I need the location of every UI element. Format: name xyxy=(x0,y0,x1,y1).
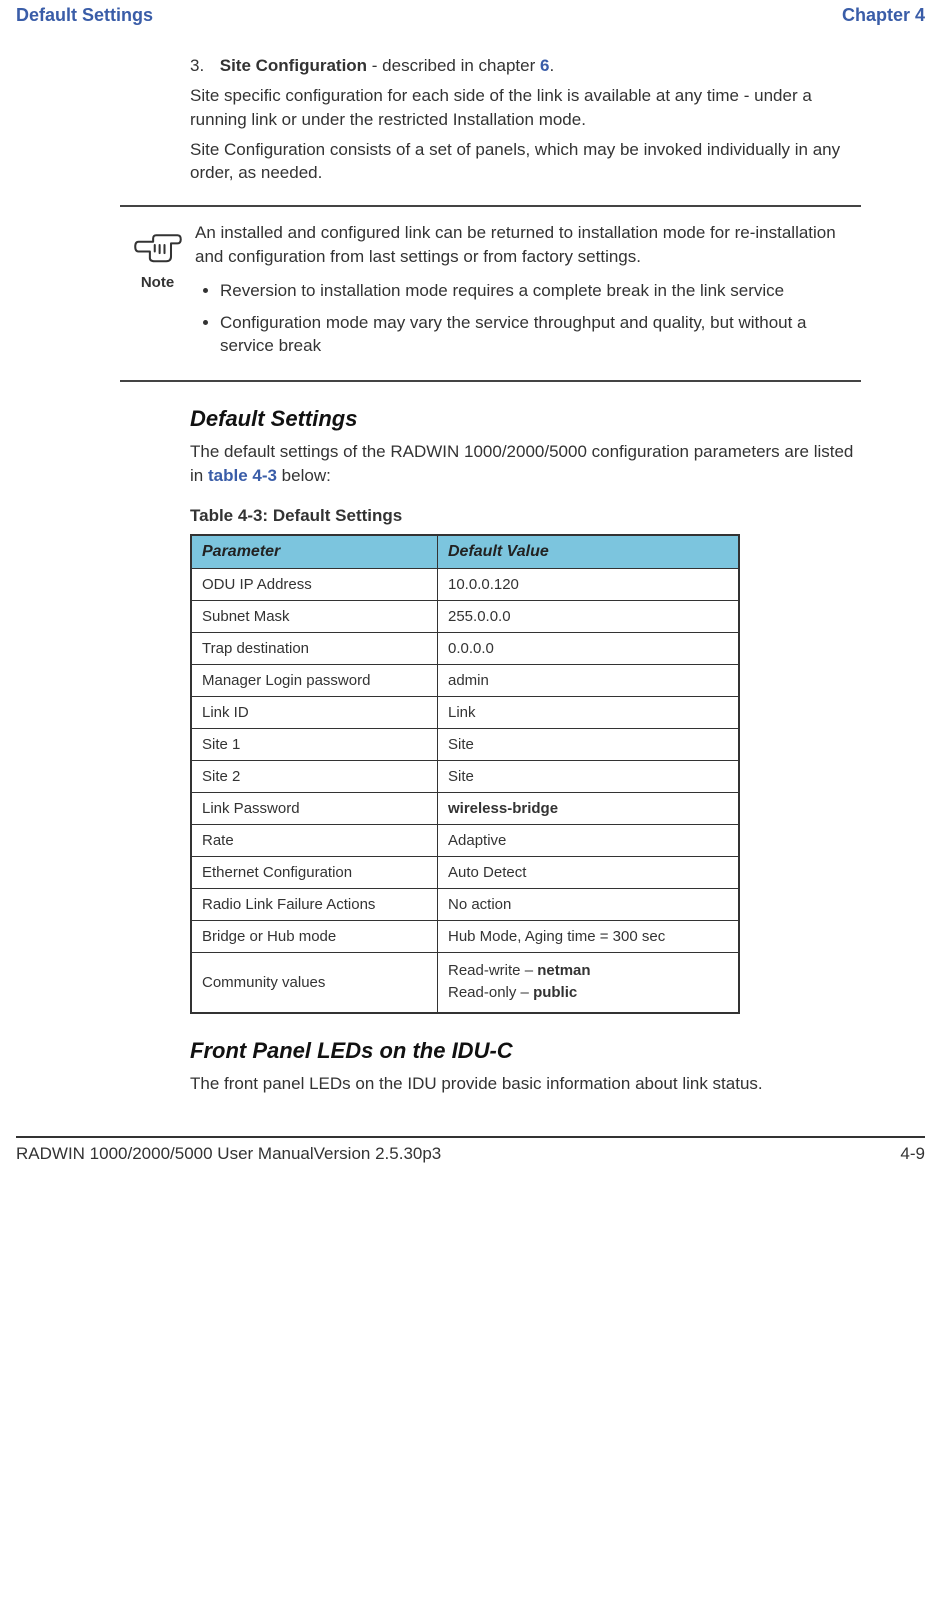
cell-param: Subnet Mask xyxy=(191,600,438,632)
table-row: Bridge or Hub modeHub Mode, Aging time =… xyxy=(191,920,739,952)
page-footer: RADWIN 1000/2000/5000 User ManualVersion… xyxy=(16,1136,925,1184)
cell-value: 10.0.0.120 xyxy=(438,568,740,600)
ds-text2: below: xyxy=(277,466,331,485)
cell-param: Rate xyxy=(191,824,438,856)
table-row: Link IDLink xyxy=(191,696,739,728)
list-bold-term: Site Configuration xyxy=(220,56,367,75)
cell-value: Adaptive xyxy=(438,824,740,856)
cell-param: Radio Link Failure Actions xyxy=(191,888,438,920)
pointing-hand-icon xyxy=(132,250,184,269)
cv-line1a: Read-write – xyxy=(448,962,537,979)
cell-param: Site 2 xyxy=(191,760,438,792)
content-area: 3. Site Configuration - described in cha… xyxy=(0,56,941,1096)
cell-value: Auto Detect xyxy=(438,856,740,888)
cv-line2b: public xyxy=(533,984,577,1001)
note-bullet-list: Reversion to installation mode requires … xyxy=(195,279,851,358)
cell-value: 255.0.0.0 xyxy=(438,600,740,632)
note-label: Note xyxy=(120,274,195,291)
cell-param: Link Password xyxy=(191,792,438,824)
cell-param: Trap destination xyxy=(191,632,438,664)
table-row: Manager Login passwordadmin xyxy=(191,664,739,696)
leds-para: The front panel LEDs on the IDU provide … xyxy=(190,1072,861,1096)
cv-line1b: netman xyxy=(537,962,590,979)
cell-param: Link ID xyxy=(191,696,438,728)
table-row: Radio Link Failure ActionsNo action xyxy=(191,888,739,920)
cell-param: Manager Login password xyxy=(191,664,438,696)
note-text: An installed and configured link can be … xyxy=(195,221,861,366)
table-header-value: Default Value xyxy=(438,535,740,569)
table-reference[interactable]: table 4-3 xyxy=(208,466,277,485)
table-row: Community values Read-write – netman Rea… xyxy=(191,952,739,1013)
section-heading-default-settings: Default Settings xyxy=(190,406,861,432)
note-block: Note An installed and configured link ca… xyxy=(120,205,861,382)
list-item-3: 3. Site Configuration - described in cha… xyxy=(190,56,861,76)
table-row: Link Passwordwireless-bridge xyxy=(191,792,739,824)
table-row: Site 1Site xyxy=(191,728,739,760)
cell-value: Hub Mode, Aging time = 300 sec xyxy=(438,920,740,952)
cell-param: Site 1 xyxy=(191,728,438,760)
table-row: Site 2Site xyxy=(191,760,739,792)
note-bullet: Reversion to installation mode requires … xyxy=(220,279,851,303)
footer-manual-version: RADWIN 1000/2000/5000 User ManualVersion… xyxy=(16,1144,441,1164)
cv-line2a: Read-only – xyxy=(448,984,533,1001)
cell-value: No action xyxy=(438,888,740,920)
list-end: . xyxy=(549,56,554,75)
table-caption: Table 4-3: Default Settings xyxy=(190,506,861,526)
page-header: Default Settings Chapter 4 xyxy=(0,0,941,26)
list-text: - described in chapter xyxy=(367,56,540,75)
cell-value: wireless-bridge xyxy=(438,792,740,824)
footer-page-number: 4-9 xyxy=(900,1144,925,1164)
header-section-title: Default Settings xyxy=(16,5,153,26)
list-number: 3. xyxy=(190,56,215,76)
note-bullet: Configuration mode may vary the service … xyxy=(220,311,851,359)
table-row: RateAdaptive xyxy=(191,824,739,856)
table-row: Trap destination0.0.0.0 xyxy=(191,632,739,664)
cell-value: Read-write – netman Read-only – public xyxy=(438,952,740,1013)
note-icon-wrap: Note xyxy=(120,225,195,291)
table-row: ODU IP Address10.0.0.120 xyxy=(191,568,739,600)
table-header-parameter: Parameter xyxy=(191,535,438,569)
default-settings-para: The default settings of the RADWIN 1000/… xyxy=(190,440,861,488)
paragraph-site-config-2: Site Configuration consists of a set of … xyxy=(190,138,861,186)
table-row: Subnet Mask255.0.0.0 xyxy=(191,600,739,632)
cell-value: Site xyxy=(438,728,740,760)
cell-value: 0.0.0.0 xyxy=(438,632,740,664)
cell-value: Site xyxy=(438,760,740,792)
note-intro: An installed and configured link can be … xyxy=(195,221,851,269)
cell-param: Community values xyxy=(191,952,438,1013)
cell-value: admin xyxy=(438,664,740,696)
cell-param: ODU IP Address xyxy=(191,568,438,600)
paragraph-site-config-1: Site specific configuration for each sid… xyxy=(190,84,861,132)
section-heading-leds: Front Panel LEDs on the IDU-C xyxy=(190,1038,861,1064)
table-header-row: Parameter Default Value xyxy=(191,535,739,569)
cell-param: Ethernet Configuration xyxy=(191,856,438,888)
default-settings-table: Parameter Default Value ODU IP Address10… xyxy=(190,534,740,1014)
table-row: Ethernet ConfigurationAuto Detect xyxy=(191,856,739,888)
header-chapter: Chapter 4 xyxy=(842,5,925,26)
cell-param: Bridge or Hub mode xyxy=(191,920,438,952)
cell-value: Link xyxy=(438,696,740,728)
